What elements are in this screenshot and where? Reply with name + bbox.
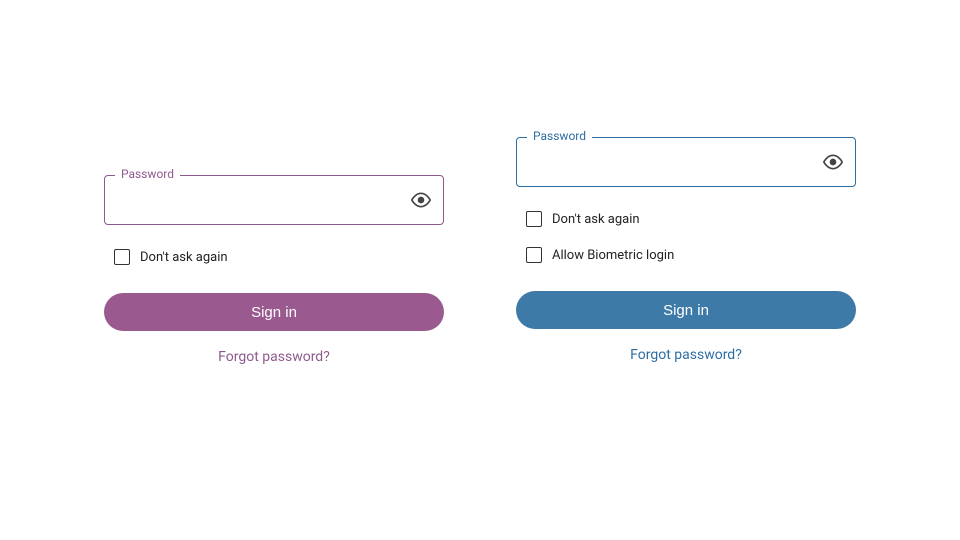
- eye-icon[interactable]: [823, 152, 843, 172]
- password-field[interactable]: Password: [104, 175, 444, 225]
- biometric-checkbox[interactable]: [526, 247, 542, 263]
- dont-ask-label: Don't ask again: [552, 212, 640, 227]
- biometric-label: Allow Biometric login: [552, 248, 674, 263]
- signin-button[interactable]: Sign in: [104, 293, 444, 331]
- dont-ask-row: Don't ask again: [526, 211, 856, 227]
- dont-ask-checkbox[interactable]: [114, 249, 130, 265]
- signin-button[interactable]: Sign in: [516, 291, 856, 329]
- signin-form-right: Password Don't ask again Allow Biometric…: [516, 137, 856, 363]
- password-input[interactable]: [529, 138, 823, 186]
- forgot-password-link[interactable]: Forgot password?: [104, 349, 444, 365]
- forgot-password-link[interactable]: Forgot password?: [516, 347, 856, 363]
- dont-ask-row: Don't ask again: [114, 249, 444, 265]
- password-field[interactable]: Password: [516, 137, 856, 187]
- password-input[interactable]: [117, 176, 411, 224]
- biometric-row: Allow Biometric login: [526, 247, 856, 263]
- password-label: Password: [115, 167, 180, 181]
- dont-ask-label: Don't ask again: [140, 250, 228, 265]
- dont-ask-checkbox[interactable]: [526, 211, 542, 227]
- password-label: Password: [527, 129, 592, 143]
- eye-icon[interactable]: [411, 190, 431, 210]
- signin-form-left: Password Don't ask again Sign in Forgot …: [104, 175, 444, 365]
